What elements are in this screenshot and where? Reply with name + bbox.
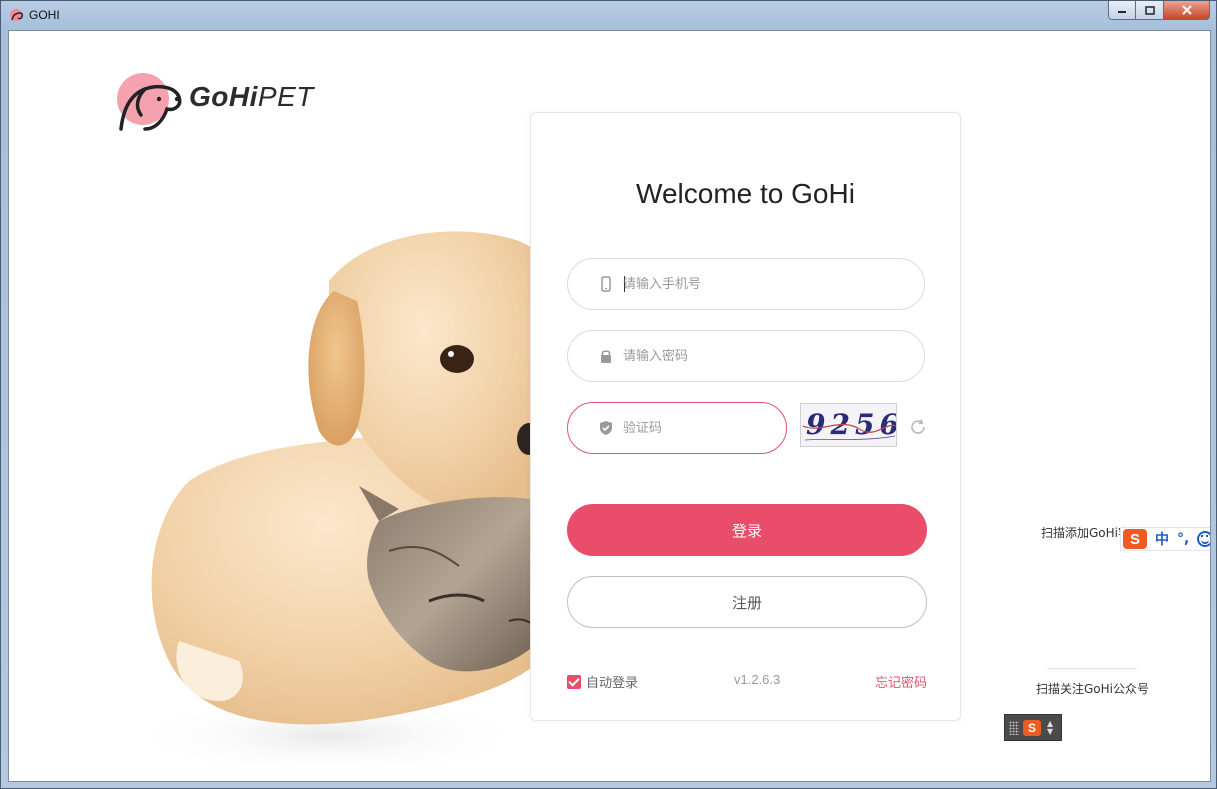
caption-buttons <box>1108 1 1210 20</box>
ime-status-bar[interactable]: S 中 °, <box>1120 527 1210 551</box>
captcha-text: 9256 <box>806 408 897 441</box>
window-title: GOHI <box>29 8 60 22</box>
sogou-mini-logo-icon[interactable]: S <box>1023 719 1041 736</box>
phone-icon <box>601 276 611 292</box>
qr-divider <box>1047 668 1137 669</box>
ime-punctuation-toggle[interactable]: °, <box>1177 531 1189 547</box>
phone-input[interactable] <box>623 273 893 295</box>
qr-customer-label: 扫描添加GoHi客 <box>1041 526 1130 540</box>
password-field[interactable] <box>567 330 925 382</box>
captcha-graphic: 9256 <box>802 408 897 441</box>
gohi-pet-logo: GoHiPET <box>115 71 315 133</box>
dog-logo-icon <box>117 73 182 131</box>
app-icon <box>10 9 24 21</box>
checkbox-checked-icon[interactable] <box>567 674 581 689</box>
phone-field[interactable] <box>567 258 925 310</box>
forgot-password-link[interactable]: 忘记密码 <box>875 672 927 691</box>
captcha-image[interactable]: 9256 <box>800 403 897 447</box>
password-input[interactable] <box>623 345 893 367</box>
client-area: GoHiPET Welcome to GoHi 请输入手机号 验证码 9256 … <box>8 30 1211 782</box>
title-bar[interactable]: GOHI <box>1 1 1216 29</box>
logo-light-text: PET <box>257 81 314 112</box>
register-button[interactable]: 注册 <box>567 576 927 628</box>
logo-wordmark: GoHiPET <box>189 81 314 113</box>
refresh-icon[interactable] <box>909 418 927 436</box>
emoji-icon[interactable] <box>1197 531 1210 547</box>
maximize-button[interactable] <box>1136 1 1164 20</box>
close-button[interactable] <box>1164 1 1210 20</box>
logo-bold-text: GoHi <box>189 81 258 112</box>
captcha-input[interactable] <box>623 417 763 439</box>
close-icon <box>1181 5 1192 15</box>
minimize-icon <box>1118 11 1126 13</box>
lock-icon <box>601 350 611 363</box>
auto-login-checkbox[interactable]: 自动登录 <box>567 672 638 691</box>
sogou-logo-icon[interactable]: S <box>1123 529 1147 549</box>
login-title: Welcome to GoHi <box>636 178 855 209</box>
captcha-field[interactable] <box>567 402 787 454</box>
app-window: GOHI GoHiPET Welcome to GoHi 请输入手机号 验证码 … <box>0 0 1217 789</box>
version-label: v1.2.6.3 <box>734 672 781 687</box>
login-button[interactable]: 登录 <box>567 504 927 556</box>
auto-login-label: 自动登录 <box>586 676 639 691</box>
login-options-row: 自动登录 v1.2.6.3 忘记密码 <box>567 672 927 691</box>
shield-icon <box>600 421 612 435</box>
qr-official-account-label: 扫描关注GoHi公众号 <box>1036 682 1149 696</box>
drag-handle-icon[interactable] <box>1009 720 1019 735</box>
login-card: Welcome to GoHi 请输入手机号 验证码 9256 登录 注册 自动… <box>530 112 961 721</box>
puppy-kitten-image <box>129 231 539 776</box>
ime-language-toggle[interactable]: 中 <box>1155 529 1169 549</box>
minimize-button[interactable] <box>1108 1 1136 20</box>
maximize-icon <box>1144 5 1155 15</box>
dropdown-arrows-icon[interactable]: ▲ ▼ <box>1047 719 1053 736</box>
ime-mini-bar[interactable]: S ▲ ▼ <box>1004 714 1062 741</box>
